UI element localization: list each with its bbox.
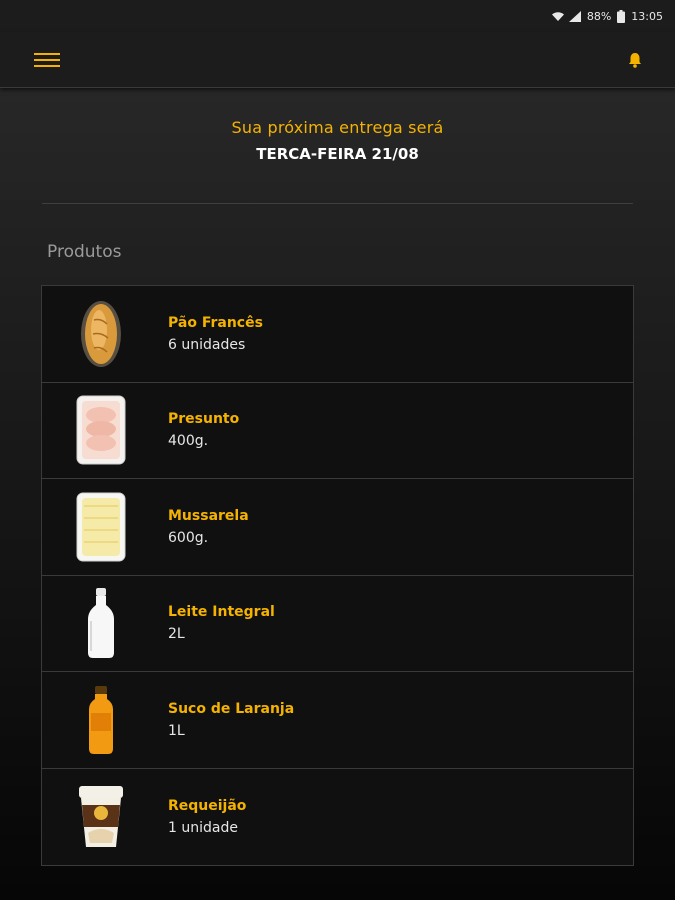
product-quantity: 2L — [168, 626, 185, 643]
product-list: Pão Francês 6 unidades Presunto 400g. Mu… — [41, 285, 634, 866]
divider — [42, 203, 633, 204]
product-quantity: 1 unidade — [168, 819, 238, 836]
product-item[interactable]: Requeijão 1 unidade — [42, 768, 633, 865]
status-icons — [551, 10, 581, 22]
cream-cheese-cup-icon — [72, 780, 130, 854]
product-quantity: 400g. — [168, 433, 209, 450]
product-name: Presunto — [168, 411, 240, 428]
delivery-label: Sua próxima entrega será — [231, 118, 444, 137]
product-item[interactable]: Leite Integral 2L — [42, 575, 633, 672]
wifi-icon — [551, 11, 564, 21]
ham-package-icon — [72, 393, 130, 467]
next-delivery: Sua próxima entrega será TERCA-FEIRA 21/… — [0, 118, 675, 163]
status-bar: 88% 13:05 — [0, 0, 675, 32]
product-item[interactable]: Mussarela 600g. — [42, 479, 633, 576]
battery-percent: 88% — [586, 9, 612, 23]
product-item[interactable]: Presunto 400g. — [42, 382, 633, 479]
clock: 13:05 — [631, 9, 663, 23]
milk-bottle-icon — [72, 586, 130, 660]
section-title: Produtos — [47, 242, 122, 262]
bread-roll-icon — [72, 297, 130, 371]
product-name: Suco de Laranja — [168, 700, 295, 717]
product-quantity: 6 unidades — [168, 336, 246, 353]
product-name: Leite Integral — [168, 604, 275, 621]
product-name: Mussarela — [168, 507, 249, 524]
product-quantity: 600g. — [168, 529, 209, 546]
product-item[interactable]: Suco de Laranja 1L — [42, 672, 633, 769]
delivery-date: TERCA-FEIRA 21/08 — [256, 145, 419, 163]
hamburger-menu-icon[interactable] — [34, 46, 64, 74]
orange-juice-bottle-icon — [72, 683, 130, 757]
product-item[interactable]: Pão Francês 6 unidades — [42, 286, 633, 383]
product-name: Pão Francês — [168, 314, 263, 331]
bell-icon[interactable] — [621, 46, 649, 74]
product-name: Requeijão — [168, 797, 247, 814]
battery-icon — [617, 9, 626, 23]
cheese-package-icon — [72, 490, 130, 564]
product-quantity: 1L — [168, 722, 185, 739]
signal-icon — [568, 10, 581, 22]
app-bar — [0, 32, 675, 88]
